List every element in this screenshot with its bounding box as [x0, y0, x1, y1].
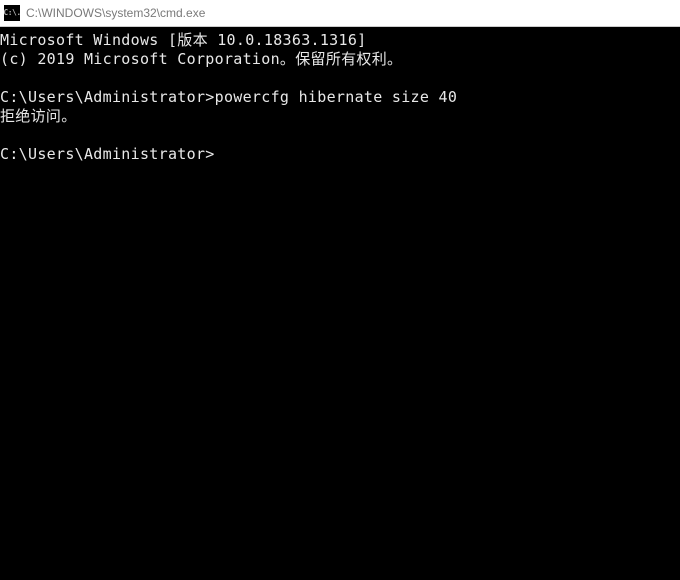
prompt-line-2: C:\Users\Administrator>	[0, 145, 680, 164]
window-titlebar[interactable]: C:\. C:\WINDOWS\system32\cmd.exe	[0, 0, 680, 27]
prompt-path: C:\Users\Administrator>	[0, 145, 215, 164]
blank-line	[0, 69, 680, 88]
window-title: C:\WINDOWS\system32\cmd.exe	[26, 6, 205, 20]
prompt-path: C:\Users\Administrator>	[0, 88, 215, 107]
version-line: Microsoft Windows [版本 10.0.18363.1316]	[0, 31, 680, 50]
cmd-icon-text: C:\.	[3, 9, 20, 17]
copyright-line: (c) 2019 Microsoft Corporation。保留所有权利。	[0, 50, 680, 69]
cursor	[215, 145, 223, 161]
output-line: 拒绝访问。	[0, 107, 680, 126]
blank-line	[0, 126, 680, 145]
prompt-line-1: C:\Users\Administrator>powercfg hibernat…	[0, 88, 680, 107]
command-text: powercfg hibernate size 40	[215, 88, 458, 107]
cmd-icon: C:\.	[4, 5, 20, 21]
terminal-area[interactable]: Microsoft Windows [版本 10.0.18363.1316] (…	[0, 27, 680, 580]
